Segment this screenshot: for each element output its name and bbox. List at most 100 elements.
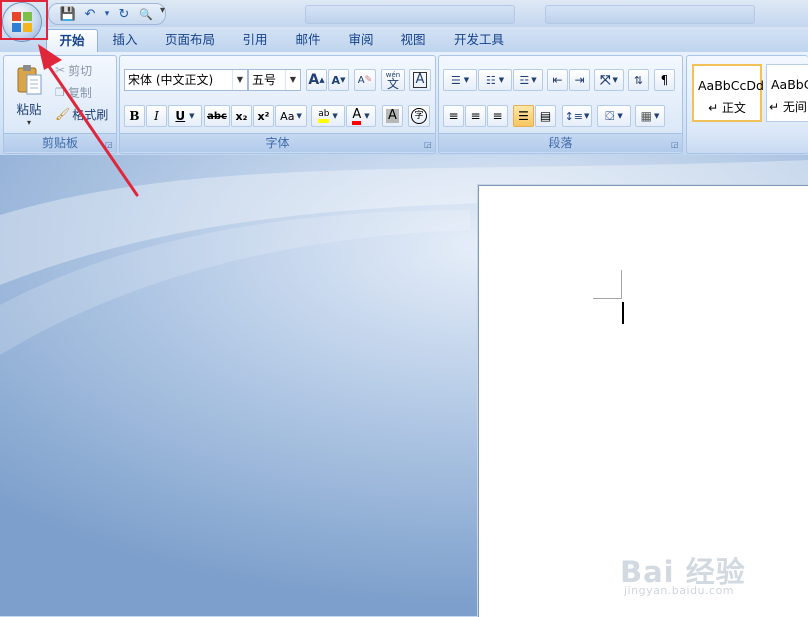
paste-dropdown-icon: ▾ (26, 118, 31, 127)
tab-insert[interactable]: 插入 (104, 29, 146, 51)
sort-button[interactable]: ⇅ (628, 69, 649, 91)
superscript-button[interactable]: x² (253, 105, 274, 127)
styles-group: AaBbCcDd ↵ 正文 AaBbCc ↵ 无间 (686, 55, 808, 154)
character-border-button[interactable]: A (409, 69, 431, 91)
font-size-value: 五号 (252, 73, 277, 87)
tab-developer[interactable]: 开发工具 (444, 29, 514, 51)
tab-page-layout[interactable]: 页面布局 (156, 29, 224, 51)
align-left-button[interactable]: ≡ (443, 105, 464, 127)
align-center-button[interactable]: ≡ (465, 105, 486, 127)
copy-label: 复制 (67, 85, 92, 100)
tab-home[interactable]: 开始 (46, 29, 98, 52)
undo-dropdown-icon[interactable]: ▾ (103, 5, 111, 23)
clipboard-group-label: 剪贴板 (4, 133, 116, 152)
tab-review[interactable]: 审阅 (340, 29, 382, 51)
borders-button[interactable]: ▦ ▼ (635, 105, 665, 127)
italic-button[interactable]: I (146, 105, 167, 127)
font-name-combo[interactable]: 宋体 (中文正文) ▼ (124, 69, 248, 91)
multilevel-list-icon: ☲ (519, 73, 530, 87)
style-no-spacing-name: ↵ 无间 (769, 100, 807, 114)
pilcrow-icon: ¶ (660, 73, 669, 87)
chevron-down-icon[interactable]: ▼ (285, 70, 300, 90)
chevron-down-icon[interactable]: ▼ (189, 112, 194, 120)
paint-bucket-icon: ⛋ (605, 108, 615, 123)
character-shading-icon: A (386, 108, 399, 123)
tab-mailings[interactable]: 邮件 (287, 29, 329, 51)
change-case-button[interactable]: Aa ▼ (275, 105, 307, 127)
font-group: 宋体 (中文正文) ▼ 五号 ▼ A▲ A▼ A✎ wén 文 A B I (119, 55, 436, 154)
distributed-icon: ▤ (539, 109, 552, 123)
style-normal[interactable]: AaBbCcDd ↵ 正文 (692, 64, 764, 122)
justify-icon: ☰ (518, 109, 529, 123)
distributed-button[interactable]: ▤ (535, 105, 556, 127)
character-shading-button[interactable]: A (382, 105, 403, 127)
font-size-combo[interactable]: 五号 ▼ (248, 69, 301, 91)
chevron-down-icon[interactable]: ▼ (296, 112, 301, 120)
redo-icon[interactable]: ↻ (115, 5, 133, 23)
phonetic-char: 文 (386, 77, 399, 91)
tab-references[interactable]: 引用 (234, 29, 276, 51)
decrease-indent-button[interactable]: ⇤ (547, 69, 568, 91)
chinese-layout-button[interactable]: ⤧ ▼ (594, 69, 624, 91)
clear-formatting-icon: A (357, 74, 365, 86)
chinese-layout-icon: ⤧ (600, 72, 611, 88)
chevron-down-icon[interactable]: ▼ (332, 112, 337, 120)
style-normal-sample: AaBbCcDd (698, 78, 764, 93)
phonetic-guide-button[interactable]: wén 文 (381, 69, 405, 91)
strikethrough-button[interactable]: abc (204, 105, 230, 127)
background-window-tab[interactable] (305, 5, 515, 24)
cut-button[interactable]: ✂ 剪切 (54, 60, 114, 80)
line-spacing-button[interactable]: ↕≡ ▼ (562, 105, 592, 127)
enclose-characters-button[interactable]: 字 (408, 105, 430, 127)
font-color-button[interactable]: A ▼ (346, 105, 376, 127)
align-right-button[interactable]: ≡ (487, 105, 508, 127)
shading-button[interactable]: ⛋ ▼ (597, 105, 631, 127)
bullets-button[interactable]: ☰ ▼ (443, 69, 477, 91)
decrease-indent-icon: ⇤ (552, 73, 563, 87)
style-no-spacing-sample: AaBbCc (771, 77, 808, 92)
numbering-icon: ☷ (485, 73, 496, 87)
background-window-tab[interactable] (545, 5, 755, 24)
text-cursor (622, 302, 624, 324)
chevron-down-icon[interactable]: ▼ (364, 112, 369, 120)
show-marks-button[interactable]: ¶ (654, 69, 675, 91)
bold-button[interactable]: B (124, 105, 145, 127)
baidu-jingyan-watermark: Bai 经验 jingyan.baidu.com (616, 547, 796, 607)
office-button[interactable] (3, 3, 41, 41)
increase-indent-icon: ⇥ (574, 73, 585, 87)
style-no-spacing[interactable]: AaBbCc ↵ 无间 (766, 64, 808, 122)
character-border-icon: A (412, 72, 428, 88)
strikethrough-icon: abc (207, 110, 227, 122)
customize-qat-icon[interactable]: ▾ (160, 5, 165, 16)
italic-icon: I (154, 109, 159, 123)
clipboard-dialog-launcher-icon[interactable]: ◲ (105, 141, 113, 149)
underline-button[interactable]: U ▼ (168, 105, 202, 127)
chevron-down-icon[interactable]: ▼ (232, 70, 247, 90)
clear-formatting-button[interactable]: A ✎ (354, 69, 376, 91)
save-icon[interactable]: 💾 (59, 5, 77, 23)
increase-indent-button[interactable]: ⇥ (569, 69, 590, 91)
paste-icon (17, 65, 42, 95)
ribbon: 粘贴 ▾ ✂ 剪切 ❐ 复制 🖌 格式刷 剪贴板 ◲ 宋体 (中文正文) ▼ 五… (0, 52, 808, 156)
copy-button[interactable]: ❐ 复制 (54, 82, 114, 102)
text-highlight-button[interactable]: ab ▼ (311, 105, 345, 127)
underline-icon: U (175, 109, 186, 123)
font-dialog-launcher-icon[interactable]: ◲ (424, 141, 432, 149)
justify-button[interactable]: ☰ (513, 105, 534, 127)
numbering-button[interactable]: ☷ ▼ (478, 69, 512, 91)
format-painter-button[interactable]: 🖌 格式刷 (54, 104, 116, 124)
print-preview-icon[interactable]: 🔍 (137, 5, 155, 23)
paste-label: 粘贴 (16, 102, 42, 117)
multilevel-list-button[interactable]: ☲ ▼ (513, 69, 543, 91)
align-right-icon: ≡ (492, 109, 503, 123)
font-group-label: 字体 (120, 133, 435, 152)
office-logo-icon (12, 12, 32, 32)
tab-view[interactable]: 视图 (392, 29, 434, 51)
paragraph-dialog-launcher-icon[interactable]: ◲ (671, 141, 679, 149)
undo-icon[interactable]: ↶ (81, 5, 99, 23)
subscript-button[interactable]: x₂ (231, 105, 252, 127)
quick-access-toolbar: 💾 ↶ ▾ ↻ 🔍 (48, 3, 166, 25)
grow-font-button[interactable]: A ▲ (306, 69, 327, 91)
paste-button[interactable]: 粘贴 ▾ (7, 58, 51, 132)
shrink-font-button[interactable]: A ▼ (328, 69, 349, 91)
